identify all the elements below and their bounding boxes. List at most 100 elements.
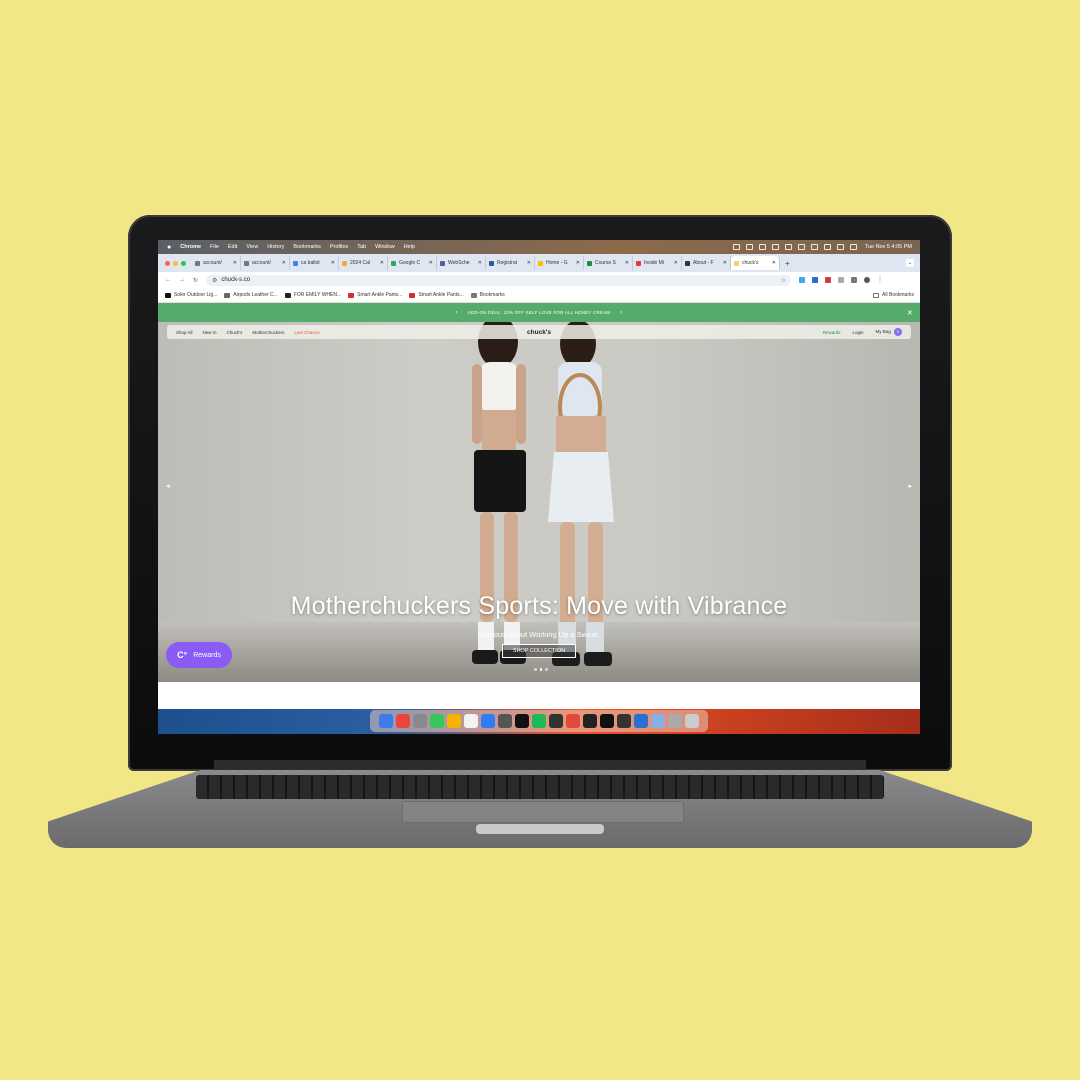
browser-tab[interactable]: Registrat ✕ [486, 256, 535, 270]
bookmark-item[interactable]: Soler Outdoor Lig... [165, 292, 217, 298]
bookmark-item[interactable]: Bookmarks [470, 292, 505, 298]
browser-tab[interactable]: account/ ✕ [241, 256, 290, 270]
status-icon[interactable] [732, 244, 740, 250]
status-icon[interactable] [745, 244, 753, 250]
reload-icon[interactable]: ↻ [193, 277, 198, 284]
extension-icon[interactable] [838, 277, 845, 283]
nav-shop-all[interactable]: Shop All [176, 330, 193, 335]
dock-app-icon[interactable] [600, 714, 614, 728]
nav-login[interactable]: Login [852, 330, 863, 335]
dock-app-icon[interactable] [379, 714, 393, 728]
tab-search-button[interactable]: ⌄ [906, 259, 914, 267]
tab-close-icon[interactable]: ✕ [723, 260, 727, 266]
carousel-dot[interactable] [534, 668, 537, 671]
browser-tab[interactable]: About - F ✕ [682, 256, 731, 270]
browser-tab[interactable]: Home - G ✕ [535, 256, 584, 270]
nav-new-in[interactable]: New In [203, 330, 217, 335]
promo-prev-arrow[interactable]: ‹ [456, 310, 458, 316]
dock-app-icon[interactable] [413, 714, 427, 728]
wifi-icon[interactable] [823, 244, 831, 250]
browser-tab[interactable]: Course S ✕ [584, 256, 633, 270]
dock-app-icon[interactable] [447, 714, 461, 728]
control-center-icon[interactable] [849, 244, 857, 250]
status-icon[interactable] [771, 244, 779, 250]
dock-app-icon[interactable] [583, 714, 597, 728]
menu-help[interactable]: Help [404, 244, 415, 250]
bookmark-item[interactable]: Smart Ankle Pants... [348, 292, 402, 298]
bookmark-star-icon[interactable]: ☆ [781, 277, 786, 284]
menu-tab[interactable]: Tab [357, 244, 366, 250]
carousel-dot[interactable] [545, 668, 548, 671]
extension-icon[interactable] [812, 277, 819, 283]
menubar-clock[interactable]: Tue Nov 5 4:05 PM [865, 244, 912, 250]
dock-app-icon[interactable] [617, 714, 631, 728]
site-info-icon[interactable]: ⚙ [212, 277, 217, 284]
search-icon[interactable] [836, 244, 844, 250]
carousel-prev-arrow[interactable]: ◂ [166, 482, 170, 490]
menu-history[interactable]: History [267, 244, 284, 250]
status-icon[interactable] [758, 244, 766, 250]
dock-app-icon[interactable] [481, 714, 495, 728]
tab-close-icon[interactable]: ✕ [478, 260, 482, 266]
apple-menu-icon[interactable]: ● [167, 244, 171, 251]
nav-rewards[interactable]: Rewards [823, 330, 841, 335]
dock-app-icon[interactable] [464, 714, 478, 728]
menu-view[interactable]: View [246, 244, 258, 250]
menu-edit[interactable]: Edit [228, 244, 237, 250]
menu-window[interactable]: Window [375, 244, 395, 250]
browser-tab[interactable]: 2024 Cal ✕ [339, 256, 388, 270]
browser-tab[interactable]: chuck's ✕ [731, 256, 780, 270]
profile-avatar[interactable] [864, 277, 871, 283]
dock-app-icon[interactable] [396, 714, 410, 728]
battery-icon[interactable] [810, 244, 818, 250]
menu-bookmarks[interactable]: Bookmarks [293, 244, 321, 250]
carousel-dot[interactable] [539, 668, 542, 671]
tab-close-icon[interactable]: ✕ [674, 260, 678, 266]
url-text[interactable]: chuck-s.co [221, 277, 250, 283]
nav-last-chance[interactable]: Last Chance [294, 330, 319, 335]
more-menu-icon[interactable]: ⋮ [877, 277, 883, 283]
menu-file[interactable]: File [210, 244, 219, 250]
maximize-window-button[interactable] [181, 260, 186, 266]
browser-tab[interactable]: account/ ✕ [192, 256, 241, 270]
tab-close-icon[interactable]: ✕ [576, 260, 580, 266]
dock-app-icon[interactable] [685, 714, 699, 728]
dock-app-icon[interactable] [515, 714, 529, 728]
browser-tab[interactable]: Google C ✕ [388, 256, 437, 270]
forward-icon[interactable]: → [179, 277, 185, 284]
extension-icon[interactable] [825, 277, 832, 283]
address-bar[interactable]: ⚙ chuck-s.co ☆ [206, 274, 792, 286]
promo-close-button[interactable]: ✕ [907, 309, 913, 317]
dock-app-icon[interactable] [430, 714, 444, 728]
close-window-button[interactable] [165, 260, 170, 266]
browser-tab[interactable]: ca ballot ✕ [290, 256, 339, 270]
tab-close-icon[interactable]: ✕ [282, 260, 286, 266]
nav-chucks[interactable]: Chuck's [227, 330, 243, 335]
dock-app-icon[interactable] [651, 714, 665, 728]
back-icon[interactable]: ← [165, 277, 171, 284]
tab-close-icon[interactable]: ✕ [380, 260, 384, 266]
tab-close-icon[interactable]: ✕ [625, 260, 629, 266]
site-logo[interactable]: chuck's [527, 329, 551, 336]
tab-close-icon[interactable]: ✕ [429, 260, 433, 266]
promo-next-arrow[interactable]: › [620, 310, 622, 316]
shop-collection-button[interactable]: SHOP COLLECTION [502, 644, 576, 658]
dock-app-icon[interactable] [668, 714, 682, 728]
menu-profiles[interactable]: Profiles [330, 244, 348, 250]
rewards-widget-button[interactable]: C° Rewards [166, 642, 232, 668]
browser-tab[interactable]: Inside Mi ✕ [633, 256, 682, 270]
bookmark-item[interactable]: Smart Ankle Pants... [409, 292, 464, 298]
tab-close-icon[interactable]: ✕ [527, 260, 531, 266]
nav-my-bag[interactable]: My Bag 0 [875, 328, 902, 336]
nav-motherchuckers[interactable]: Motherchuckers [252, 330, 284, 335]
new-tab-button[interactable]: + [785, 259, 790, 268]
extension-icon[interactable] [799, 277, 806, 283]
all-bookmarks-button[interactable]: All Bookmarks [873, 292, 914, 298]
dock-app-icon[interactable] [634, 714, 648, 728]
dock-app-icon[interactable] [566, 714, 580, 728]
dock-app-icon[interactable] [549, 714, 563, 728]
tab-close-icon[interactable]: ✕ [772, 260, 776, 266]
dock-app-icon[interactable] [498, 714, 512, 728]
dock-app-icon[interactable] [532, 714, 546, 728]
tab-close-icon[interactable]: ✕ [233, 260, 237, 266]
